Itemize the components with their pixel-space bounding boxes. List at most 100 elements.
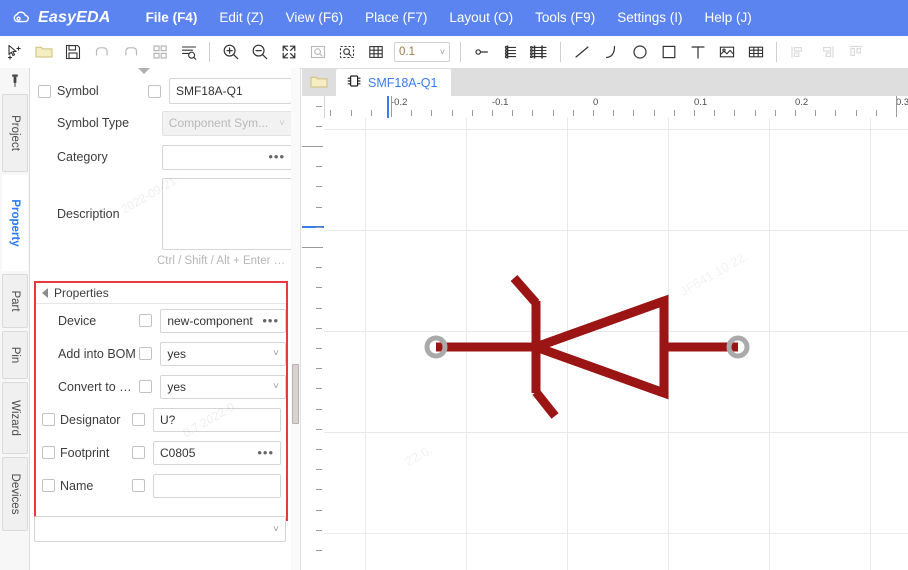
- select-cursor-icon[interactable]: [0, 37, 29, 67]
- line-icon[interactable]: [567, 37, 596, 67]
- name-checkbox[interactable]: [132, 479, 145, 492]
- device-input[interactable]: new-component •••: [160, 308, 286, 333]
- table-icon[interactable]: [741, 37, 770, 67]
- device-value: new-component: [167, 313, 253, 328]
- undo-icon[interactable]: [87, 37, 116, 67]
- align-top-icon[interactable]: [841, 37, 870, 67]
- zoom-area-icon[interactable]: [303, 37, 332, 67]
- name-label: Name: [60, 478, 94, 493]
- menu-file[interactable]: File (F4): [135, 0, 209, 36]
- document-tab[interactable]: SMF18A-Q1: [336, 69, 452, 96]
- zoom-selection-icon[interactable]: [332, 37, 361, 67]
- footprint-label-checkbox[interactable]: [42, 446, 55, 459]
- schematic-canvas[interactable]: JF641 10.22. 22.0.: [324, 118, 908, 570]
- extra-field-input[interactable]: ˅: [34, 516, 286, 542]
- align-center-icon[interactable]: [812, 37, 841, 67]
- convert-to-select[interactable]: yes ˅: [160, 374, 286, 399]
- more-options-icon[interactable]: •••: [268, 149, 285, 164]
- name-label-checkbox[interactable]: [42, 479, 55, 492]
- pins-single-icon[interactable]: [496, 37, 525, 67]
- properties-header[interactable]: Properties: [36, 283, 286, 304]
- chevron-down-icon: ˅: [273, 381, 279, 392]
- collapse-arrow-icon[interactable]: [138, 68, 150, 74]
- open-folder-icon[interactable]: [29, 37, 58, 67]
- component-symbol-smf18a-q1[interactable]: [324, 118, 908, 570]
- symbol-label-checkbox[interactable]: [38, 84, 51, 98]
- symbol-name-input[interactable]: SMF18A-Q1: [168, 78, 292, 104]
- designator-checkbox[interactable]: [132, 413, 145, 426]
- ruler-tick: [371, 110, 372, 116]
- menu-layout[interactable]: Layout (O): [438, 0, 524, 36]
- ruler-tick: [316, 328, 322, 329]
- sidebar-item-part[interactable]: Part: [2, 274, 28, 328]
- footprint-row: Footprint C0805 •••: [36, 436, 286, 469]
- grid-toggle-icon[interactable]: [361, 37, 390, 67]
- menu-help[interactable]: Help (J): [693, 0, 762, 36]
- footprint-input[interactable]: C0805 •••: [153, 440, 281, 465]
- folder-icon[interactable]: [302, 68, 336, 96]
- expand-triangle-icon[interactable]: [42, 288, 48, 298]
- symbol-type-label: Symbol Type: [57, 116, 130, 130]
- grid-blocks-icon[interactable]: [145, 37, 174, 67]
- category-input[interactable]: •••: [161, 144, 292, 170]
- sidebar-item-property[interactable]: Property: [2, 175, 28, 271]
- more-options-icon[interactable]: •••: [257, 445, 274, 460]
- add-into-bom-checkbox[interactable]: [139, 347, 153, 360]
- zoom-in-icon[interactable]: [216, 37, 245, 67]
- name-input[interactable]: [153, 473, 281, 498]
- menu-settings[interactable]: Settings (I): [606, 0, 693, 36]
- image-icon[interactable]: [712, 37, 741, 67]
- arc-icon[interactable]: [596, 37, 625, 67]
- ruler-tick: [896, 96, 897, 117]
- zoom-out-icon[interactable]: [245, 37, 274, 67]
- text-icon[interactable]: [683, 37, 712, 67]
- ruler-tick: [674, 110, 675, 116]
- menu-view[interactable]: View (F6): [275, 0, 355, 36]
- sidebar-item-project[interactable]: Project: [2, 94, 28, 172]
- find-list-icon[interactable]: [174, 37, 203, 67]
- convert-to-checkbox[interactable]: [139, 380, 153, 393]
- menu-place[interactable]: Place (F7): [354, 0, 438, 36]
- redo-icon[interactable]: [116, 37, 145, 67]
- symbol-type-select[interactable]: Component Sym... ˅: [161, 110, 292, 136]
- ruler-tick: [316, 267, 322, 268]
- sidebar-item-pin[interactable]: Pin: [2, 331, 28, 379]
- menu-edit[interactable]: Edit (Z): [208, 0, 274, 36]
- sidebar-item-wizard[interactable]: Wizard: [2, 382, 28, 454]
- symbol-value-checkbox[interactable]: [147, 84, 161, 98]
- panel-scrollbar-thumb[interactable]: [292, 364, 299, 424]
- symbol-type-row: Symbol Type Component Sym... ˅: [30, 106, 292, 140]
- sidebar-item-devices[interactable]: Devices: [2, 457, 28, 531]
- rectangle-icon[interactable]: [654, 37, 683, 67]
- device-checkbox[interactable]: [139, 314, 153, 327]
- more-options-icon[interactable]: •••: [262, 313, 279, 328]
- symbol-type-value: Component Sym...: [168, 116, 269, 130]
- panel-scrollbar[interactable]: [291, 68, 301, 570]
- description-label: Description: [57, 207, 120, 221]
- ruler-tick: [431, 110, 432, 116]
- add-into-bom-select[interactable]: yes ˅: [160, 341, 286, 366]
- pin-icon[interactable]: [467, 37, 496, 67]
- device-row: Device new-component •••: [36, 304, 286, 337]
- pushpin-icon[interactable]: [0, 68, 29, 94]
- symbol-label: Symbol: [57, 84, 99, 98]
- category-label: Category: [57, 150, 108, 164]
- footprint-checkbox[interactable]: [132, 446, 145, 459]
- save-icon[interactable]: [58, 37, 87, 67]
- align-left-icon[interactable]: [783, 37, 812, 67]
- zoom-level-select[interactable]: 0.1 ˅: [394, 42, 450, 62]
- brand-name: EasyEDA: [38, 9, 111, 26]
- designator-input[interactable]: U?: [153, 407, 281, 432]
- circle-icon[interactable]: [625, 37, 654, 67]
- horizontal-ruler[interactable]: -0.2 -0.1 0 0.1 0.2 0.3: [302, 96, 908, 119]
- pins-multi-icon[interactable]: [525, 37, 554, 67]
- description-textarea[interactable]: [161, 178, 292, 250]
- vertical-ruler[interactable]: 0.2 0.1 0 -0.1 -0.2: [302, 96, 325, 570]
- menu-tools[interactable]: Tools (F9): [524, 0, 606, 36]
- fit-screen-icon[interactable]: [274, 37, 303, 67]
- designator-label-checkbox[interactable]: [42, 413, 55, 426]
- description-hint: Ctrl / Shift / Alt + Enter …: [157, 255, 286, 267]
- ruler-tick-label: 0.2: [795, 97, 809, 108]
- sidebar-item-label: Pin: [9, 346, 21, 364]
- ruler-tick: [316, 287, 322, 288]
